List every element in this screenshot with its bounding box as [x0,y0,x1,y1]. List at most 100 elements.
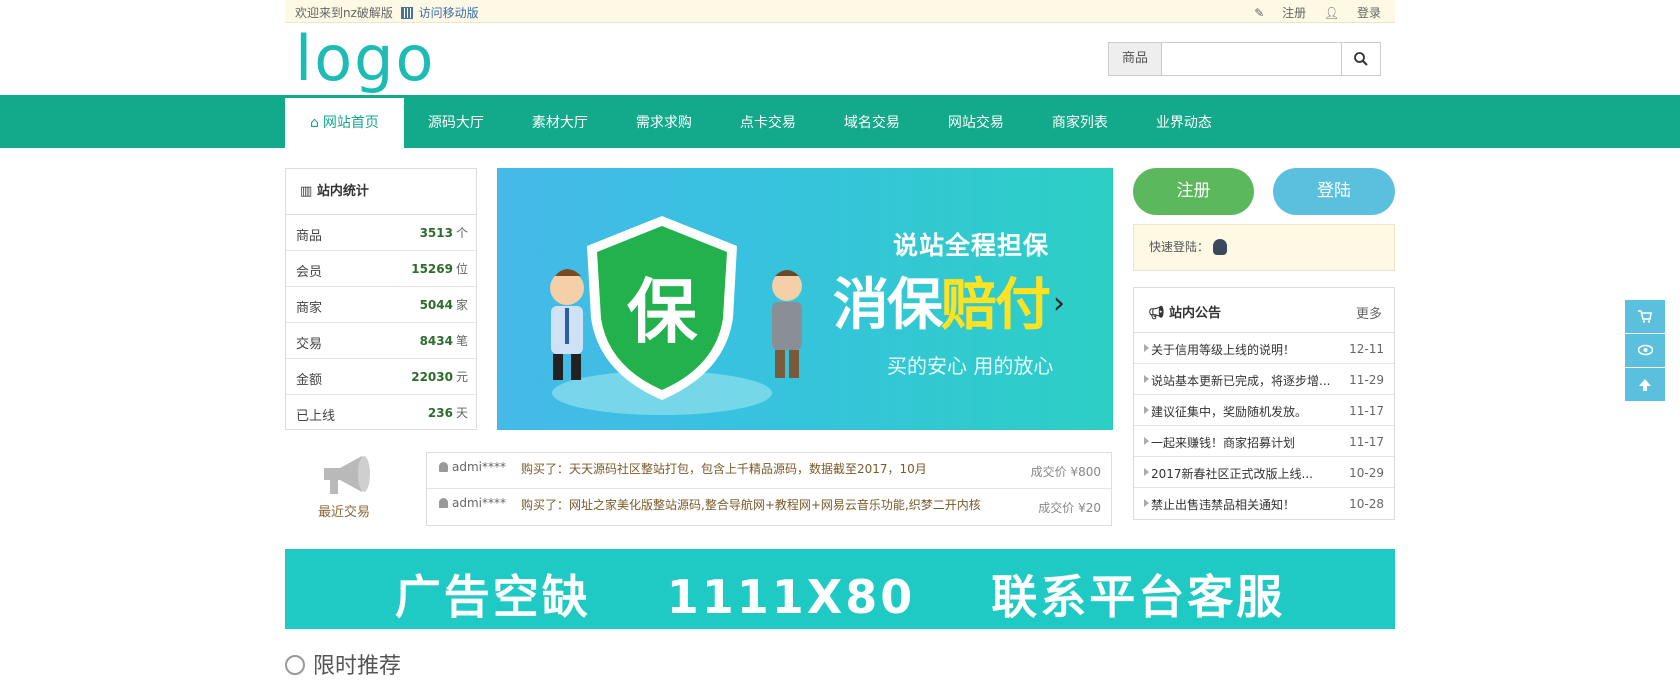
bullet-icon [1144,406,1149,414]
banner-line2b: 赔付 [941,273,1051,338]
notice-title-label: 站内公告 [1169,306,1222,321]
stat-unit: 元 [455,370,468,384]
nav-list: ⌂ 网站首页 源码大厅 素材大厅 需求求购 点卡交易 域名交易 网站交易 商家列表… [285,98,1236,148]
bullet-icon [1144,499,1149,507]
chart-icon: ▥ [300,184,317,199]
view-button[interactable] [1625,334,1665,367]
trade-user: admi**** [439,460,506,474]
arrow-up-icon [1639,379,1651,391]
shield-char: 保 [627,271,698,353]
notice-text: 说站基本更新已完成，将逐步增... [1151,374,1331,388]
banner-line2: 消保赔付 [833,260,1051,341]
stat-row: 已上线 236 天 [286,395,476,431]
cart-button[interactable] [1625,300,1665,333]
top-bar: 欢迎来到nz破解版 访问移动版 ✎ 注册 👤︎ 登录 [285,0,1395,23]
notice-item[interactable]: 一起来赚钱！商家招募计划 11-17 [1134,426,1394,457]
nav-item-source[interactable]: 源码大厅 [404,98,508,148]
mobile-link[interactable]: 访问移动版 [419,6,479,20]
notice-item[interactable]: 禁止出售违禁品相关通知！ 10-28 [1134,488,1394,519]
stat-number: 5044 [419,298,453,312]
main-nav: ⌂ 网站首页 源码大厅 素材大厅 需求求购 点卡交易 域名交易 网站交易 商家列表… [0,95,1680,148]
notice-item[interactable]: 2017新春社区正式改版上线... 10-29 [1134,457,1394,488]
qq-icon[interactable] [1213,239,1228,255]
login-link[interactable]: 👤︎ 登录 [1324,6,1381,20]
stat-number: 22030 [411,370,453,384]
qrcode-icon [400,7,413,19]
nav-item-domain[interactable]: 域名交易 [820,98,924,148]
bullet-icon [1144,468,1149,476]
search-button[interactable] [1341,42,1381,76]
recent-trades-list: admi**** 购买了：天天源码社区整站打包，包含上千精品源码，数据截至201… [426,452,1112,526]
megaphone-icon: 📢︎ [1148,306,1170,321]
stat-number: 3513 [419,226,453,240]
trade-row[interactable]: admi**** 购买了：网址之家美化版整站源码,整合导航网+教程网+网易云音乐… [427,489,1111,525]
nav-item-home[interactable]: ⌂ 网站首页 [285,98,404,148]
stat-label: 金额 [296,373,323,388]
notice-date: 11-29 [1349,373,1384,387]
nav-item-website[interactable]: 网站交易 [924,98,1028,148]
register-button[interactable]: 注册 [1133,168,1254,215]
trade-desc: 购买了：网址之家美化版整站源码,整合导航网+教程网+网易云音乐功能,织梦二开内核 [521,498,981,512]
stat-number: 8434 [419,334,453,348]
register-link[interactable]: ✎ 注册 [1254,6,1306,20]
hero-banner[interactable]: 保 说站全程担保 消保赔付 买的安心 用的放心 › [497,168,1113,430]
stat-value: 15269 位 [411,260,468,277]
nav-item-merchants[interactable]: 商家列表 [1028,98,1132,148]
stat-label: 商家 [296,301,323,316]
stat-value: 5044 家 [420,296,468,313]
nav-item-demand[interactable]: 需求求购 [612,98,716,148]
stat-unit: 家 [455,298,468,312]
section-title: 限时推荐 [285,648,401,680]
megaphone-icon [324,456,370,494]
trade-row[interactable]: admi**** 购买了：天天源码社区整站打包，包含上千精品源码，数据截至201… [427,453,1111,489]
notice-item[interactable]: 关于信用等级上线的说明！ 12-11 [1134,333,1394,364]
trade-user-name: admi**** [452,496,506,510]
section-title-label: 限时推荐 [313,654,402,679]
stat-unit: 笔 [455,334,468,348]
notice-text: 关于信用等级上线的说明！ [1151,343,1296,357]
recent-trades-label: 最近交易 [318,505,371,520]
notice-item[interactable]: 说站基本更新已完成，将逐步增... 11-29 [1134,364,1394,395]
notice-date: 12-11 [1349,342,1384,356]
search-category-select[interactable]: 商品 [1108,42,1162,76]
stat-unit: 个 [455,226,468,240]
notice-more-link[interactable]: 更多 [1356,303,1382,322]
stat-row: 商家 5044 家 [286,287,476,323]
bullet-icon [1144,437,1149,445]
stat-row: 会员 15269 位 [286,251,476,287]
notice-panel: 📢︎ 站内公告 更多 关于信用等级上线的说明！ 12-11 说站基本更新已完成，将… [1133,287,1395,520]
trade-user: admi**** [439,496,506,510]
nav-item-card[interactable]: 点卡交易 [716,98,820,148]
search-input[interactable] [1161,42,1343,76]
notice-date: 10-28 [1349,497,1384,511]
stats-title: ▥ 站内统计 [286,169,476,215]
login-button[interactable]: 登陆 [1273,168,1395,215]
notice-text: 2017新春社区正式改版上线... [1151,467,1313,481]
notice-item[interactable]: 建议征集中，奖励随机发放。 11-17 [1134,395,1394,426]
next-arrow-icon[interactable]: › [1053,286,1065,321]
user-icon [439,498,448,508]
bullet-icon [1144,344,1149,352]
site-logo[interactable]: logo [295,22,435,95]
banner-line2a: 消保 [833,273,943,338]
stat-label: 商品 [296,229,323,244]
welcome-text: 欢迎来到nz破解版 [295,6,393,20]
quick-login-label: 快速登陆： [1149,240,1210,254]
nav-item-news[interactable]: 业界动态 [1132,98,1236,148]
stat-label: 会员 [296,265,323,280]
banner-line3: 买的安心 用的放心 [887,354,1054,378]
stat-row: 商品 3513 个 [286,215,476,251]
ad-banner[interactable]: 广告空缺 1111X80 联系平台客服 [285,549,1395,629]
notice-date: 11-17 [1349,404,1384,418]
stat-number: 236 [427,406,453,420]
back-to-top-button[interactable] [1625,368,1665,401]
welcome-area: 欢迎来到nz破解版 访问移动版 [295,4,479,21]
trade-desc: 购买了：天天源码社区整站打包，包含上千精品源码，数据截至2017，10月 [521,462,927,476]
nav-item-material[interactable]: 素材大厅 [508,98,612,148]
banner-line1: 说站全程担保 [893,231,1050,260]
quick-login: 快速登陆： [1133,224,1395,271]
cart-icon [1638,310,1652,323]
login-link-label: 登录 [1356,6,1381,20]
stats-title-label: 站内统计 [316,184,369,199]
notice-text: 禁止出售违禁品相关通知！ [1151,498,1296,512]
